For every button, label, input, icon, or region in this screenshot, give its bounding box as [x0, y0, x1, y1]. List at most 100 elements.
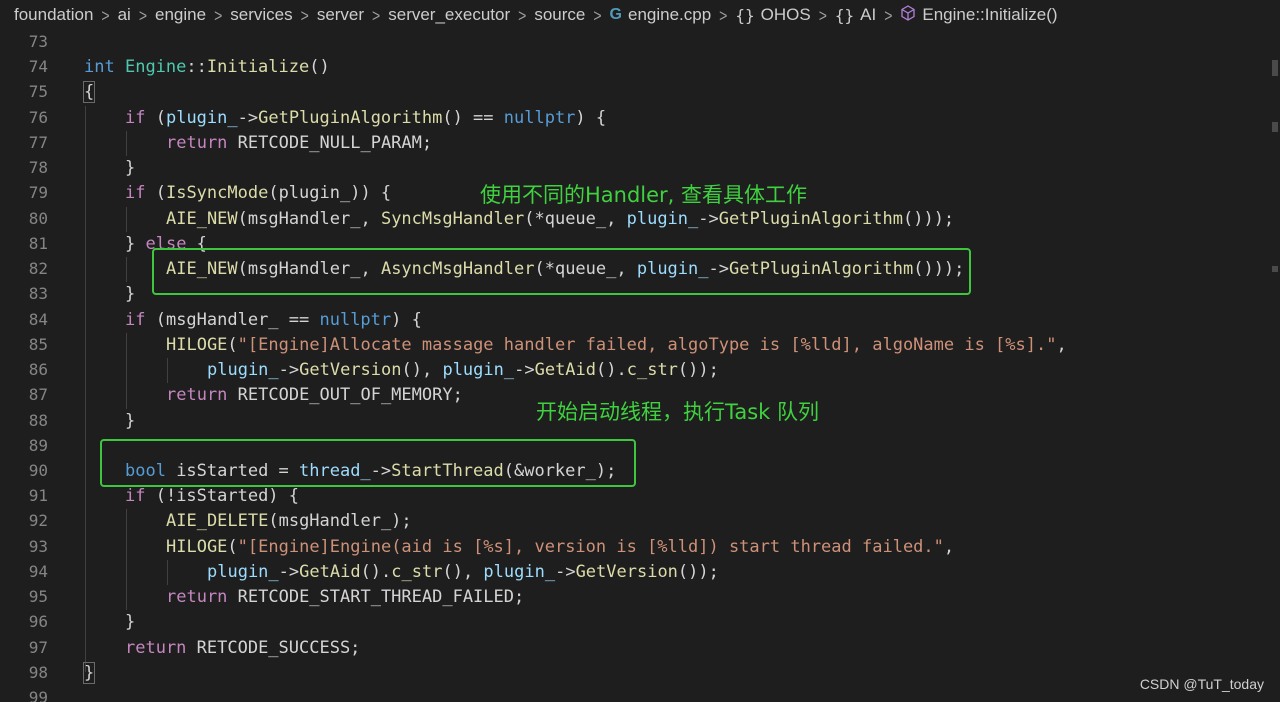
- keyword-token: nullptr: [319, 309, 392, 330]
- line-number: 89: [28, 436, 48, 456]
- breadcrumb-method[interactable]: Engine::Initialize(): [922, 5, 1057, 25]
- punct-token: (),: [401, 359, 443, 380]
- code-text: HILOGE("[Engine]Allocate massage handler…: [166, 335, 1067, 355]
- brace-token: }: [125, 283, 136, 304]
- line-number: 78: [28, 158, 48, 178]
- code-line[interactable]: 76 if (plugin_->GetPluginAlgorithm() == n…: [0, 105, 1280, 130]
- scrollbar-marker: [1272, 60, 1278, 76]
- punct-token: (: [145, 107, 166, 128]
- highlight-box-async-handler: [152, 248, 971, 295]
- chevron-right-icon: >: [372, 5, 381, 25]
- string-token: "[Engine]Allocate massage handler failed…: [237, 334, 1057, 355]
- brace-token: }: [125, 410, 136, 431]
- macro-token: HILOGE: [166, 334, 228, 355]
- brace-token: {: [84, 81, 95, 102]
- code-text: }: [125, 411, 135, 431]
- code-text: int Engine::Initialize(): [84, 57, 330, 77]
- keyword-token: if: [125, 182, 146, 203]
- code-text: if (!isStarted) {: [125, 486, 299, 506]
- code-line[interactable]: 77 return RETCODE_NULL_PARAM;: [0, 130, 1280, 155]
- punct-token: ().: [360, 561, 392, 582]
- punct-token: (*queue_,: [524, 208, 627, 229]
- macro-token: AIE_DELETE: [166, 510, 269, 531]
- breadcrumb-ai[interactable]: ai: [118, 5, 131, 25]
- function-token: GetAid: [299, 561, 361, 582]
- macro-token: AIE_NEW: [166, 208, 238, 229]
- function-token: SyncMsgHandler: [380, 208, 525, 229]
- line-number: 81: [28, 234, 48, 254]
- code-line[interactable]: 95 return RETCODE_START_THREAD_FAILED;: [0, 584, 1280, 609]
- keyword-token: return: [125, 637, 187, 658]
- line-number: 85: [28, 335, 48, 355]
- punct-token: ->: [555, 561, 576, 582]
- punct-token: ,: [943, 536, 955, 557]
- code-line[interactable]: 73: [0, 29, 1280, 54]
- punct-token: ->: [278, 359, 300, 380]
- chevron-right-icon: >: [214, 5, 223, 25]
- breadcrumb-services[interactable]: services: [230, 5, 292, 25]
- punct-token: ) {: [391, 309, 422, 330]
- vertical-scrollbar[interactable]: [1268, 30, 1280, 702]
- line-number: 95: [28, 587, 48, 607]
- code-text: if (plugin_->GetPluginAlgorithm() == nul…: [125, 108, 606, 128]
- code-text: }: [125, 158, 135, 178]
- variable-token: plugin_: [483, 561, 556, 582]
- code-text: plugin_->GetVersion(), plugin_->GetAid()…: [207, 360, 719, 380]
- punct-token: (plugin_)) {: [268, 182, 392, 203]
- watermark: CSDN @TuT_today: [1139, 676, 1264, 692]
- code-editor[interactable]: 73 74 int Engine::Initialize() 75{ 76 if (…: [0, 30, 1280, 702]
- code-line[interactable]: 96}: [0, 609, 1280, 634]
- code-line[interactable]: 92 AIE_DELETE(msgHandler_);: [0, 508, 1280, 533]
- code-line[interactable]: 93 HILOGE("[Engine]Engine(aid is [%s], ve…: [0, 534, 1280, 559]
- code-line[interactable]: 86 plugin_->GetVersion(), plugin_->GetAid…: [0, 357, 1280, 382]
- line-number: 73: [28, 32, 48, 52]
- line-number: 99: [28, 688, 48, 702]
- code-line[interactable]: 97 return RETCODE_SUCCESS;: [0, 635, 1280, 660]
- function-token: GetPluginAlgorithm: [258, 107, 443, 128]
- breadcrumb-engine[interactable]: engine: [155, 5, 206, 25]
- code-line[interactable]: 94 plugin_->GetAid().c_str(), plugin_->Ge…: [0, 559, 1280, 584]
- code-line[interactable]: 98}: [0, 660, 1280, 685]
- class-token: Engine: [124, 56, 187, 77]
- code-line[interactable]: 80 AIE_NEW(msgHandler_, SyncMsgHandler(*q…: [0, 206, 1280, 231]
- line-number: 80: [28, 209, 48, 229]
- code-text: return RETCODE_START_THREAD_FAILED;: [166, 587, 524, 607]
- breadcrumb-server[interactable]: server: [317, 5, 364, 25]
- function-token: GetPluginAlgorithm: [718, 208, 903, 229]
- code-text: }: [125, 284, 135, 304]
- line-number: 93: [28, 537, 48, 557]
- function-token: Initialize: [206, 56, 310, 77]
- scrollbar-marker: [1272, 266, 1278, 272]
- variable-token: plugin_: [207, 561, 279, 582]
- code-line[interactable]: 74 int Engine::Initialize(): [0, 54, 1280, 79]
- punct-token: ,: [1056, 334, 1067, 355]
- code-line[interactable]: 84 if (msgHandler_ == nullptr) {: [0, 307, 1280, 332]
- keyword-token: nullptr: [503, 107, 576, 128]
- breadcrumb-server-executor[interactable]: server_executor: [388, 5, 510, 25]
- punct-token: (: [227, 334, 238, 355]
- line-number: 77: [28, 133, 48, 153]
- code-text: if (msgHandler_ == nullptr) {: [125, 310, 422, 330]
- code-text: AIE_NEW(msgHandler_, SyncMsgHandler(*que…: [166, 209, 954, 229]
- punct-token: ());: [677, 561, 719, 582]
- scrollbar-marker: [1272, 122, 1278, 132]
- punct-token: (: [227, 536, 238, 557]
- function-token: GetVersion: [299, 359, 402, 380]
- breadcrumb-foundation[interactable]: foundation: [14, 5, 93, 25]
- line-number: 97: [28, 638, 48, 658]
- breadcrumb-source[interactable]: source: [534, 5, 585, 25]
- line-number: 86: [28, 360, 48, 380]
- breadcrumb-file[interactable]: engine.cpp: [628, 5, 711, 25]
- breadcrumb-namespace-ohos[interactable]: OHOS: [761, 5, 811, 25]
- line-number: 94: [28, 562, 48, 582]
- code-line[interactable]: 75 {: [0, 79, 1280, 104]
- line-number: 88: [28, 411, 48, 431]
- punct-token: ());: [677, 359, 719, 380]
- code-line[interactable]: 85 HILOGE("[Engine]Allocate massage handl…: [0, 332, 1280, 357]
- code-line[interactable]: 99: [0, 685, 1280, 702]
- code-line[interactable]: 78}: [0, 155, 1280, 180]
- namespace-icon: {}: [735, 5, 755, 25]
- breadcrumb-namespace-ai[interactable]: AI: [860, 5, 876, 25]
- constant-token: RETCODE_OUT_OF_MEMORY;: [227, 384, 463, 405]
- line-number: 84: [28, 310, 48, 330]
